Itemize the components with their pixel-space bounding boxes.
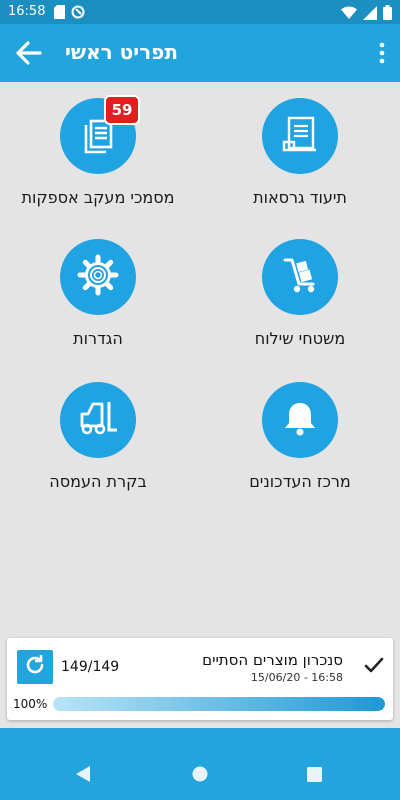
sync-count: 149/149 [61, 659, 120, 675]
progress-percent: 100% [13, 697, 48, 711]
sd-card-icon [54, 5, 65, 23]
triangle-back-icon [75, 766, 91, 787]
tile-label: מסמכי מעקב אספקות [21, 188, 175, 207]
tile-icon-circle [60, 382, 136, 458]
sync-timestamp: 15/06/20 - 16:58 [250, 671, 343, 684]
back-button[interactable] [12, 36, 46, 70]
progress-fill [53, 697, 385, 711]
notification-badge: 59 [104, 95, 140, 125]
tile-label: מרכז העדכונים [249, 472, 351, 491]
sync-circle-icon [71, 5, 85, 23]
more-vert-icon [374, 42, 390, 72]
app-bar: תפריט ראשי [0, 24, 400, 82]
tile-shipping-pallets[interactable]: משטחי שילוח [210, 239, 390, 348]
overflow-menu-button[interactable] [374, 38, 390, 68]
circle-home-icon [192, 766, 208, 786]
tile-version-log[interactable]: תיעוד גרסאות [210, 98, 390, 207]
arrow-back-icon [12, 41, 46, 74]
tile-settings[interactable]: הגדרות [8, 239, 188, 348]
progress-bar [53, 697, 385, 711]
tile-label: הגדרות [73, 329, 123, 348]
signal-icon [363, 5, 377, 24]
hand-truck-icon [279, 254, 321, 300]
page-title: תפריט ראשי [65, 40, 178, 64]
tile-updates-center[interactable]: מרכז העדכונים [210, 382, 390, 491]
system-nav-bar [0, 728, 400, 800]
check-icon [363, 654, 385, 676]
battery-icon [383, 5, 392, 24]
nav-recents-button[interactable] [307, 767, 322, 786]
tile-label: משטחי שילוח [254, 329, 346, 348]
document-list-icon [280, 114, 320, 158]
refresh-button[interactable] [17, 650, 53, 684]
status-bar: 16:58 [0, 0, 400, 24]
tile-icon-circle [262, 98, 338, 174]
status-time: 16:58 [8, 4, 46, 19]
tile-label: בקרת העמסה [49, 472, 147, 491]
sync-status-card: 149/149 סנכרון מוצרים הסתיים 15/06/20 - … [7, 638, 393, 720]
tile-loading-control[interactable]: בקרת העמסה [8, 382, 188, 491]
refresh-icon [24, 654, 46, 680]
gear-icon [76, 253, 120, 301]
tile-supply-tracking-docs[interactable]: 59 מסמכי מעקב אספקות [8, 95, 188, 207]
tile-icon-circle: 59 [60, 95, 140, 174]
forklift-icon [76, 396, 120, 444]
tile-label: תיעוד גרסאות [253, 188, 347, 207]
nav-back-button[interactable] [75, 765, 91, 787]
nav-home-button[interactable] [192, 766, 208, 786]
bell-icon [280, 398, 320, 442]
tile-icon-circle [262, 382, 338, 458]
tile-icon-circle [60, 239, 136, 315]
tile-icon-circle [262, 239, 338, 315]
sync-status-title: סנכרון מוצרים הסתיים [202, 651, 343, 669]
wifi-icon [341, 6, 357, 23]
square-recents-icon [307, 767, 322, 786]
